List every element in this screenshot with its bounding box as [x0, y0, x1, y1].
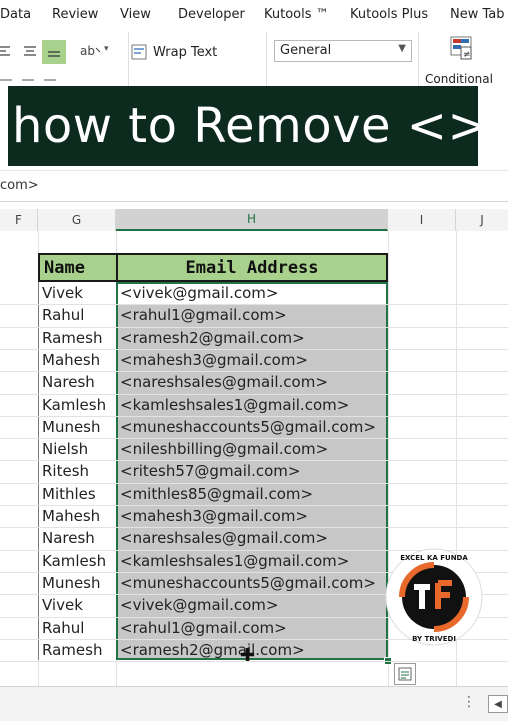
formula-bar[interactable]: com>	[0, 170, 508, 202]
formula-bar-content[interactable]: com>	[0, 178, 39, 193]
name-cell[interactable]: Rahul	[42, 617, 84, 639]
name-cell[interactable]: Vivek	[42, 282, 83, 304]
conditional-formatting-icon[interactable]: ≠	[447, 35, 475, 67]
ribbon-tab-bar: Data Review View Developer Kutools ™ Kutools …	[0, 0, 508, 31]
align-active-button[interactable]	[42, 40, 66, 64]
column-header-f[interactable]: F	[0, 209, 38, 231]
name-header[interactable]: Name	[38, 253, 118, 282]
name-cell[interactable]: Mahesh	[42, 349, 100, 371]
cell-cursor-icon: ✚	[240, 645, 256, 666]
name-cell[interactable]: Mithles	[42, 483, 96, 505]
ribbon-tab-review[interactable]: Review	[52, 7, 98, 22]
wrap-text-button[interactable]: Wrap Text	[131, 41, 217, 63]
align-bottom-icon	[48, 51, 60, 57]
more-options-icon[interactable]: ⋮	[462, 694, 476, 710]
email-cell[interactable]: <mahesh3@gmail.com>	[120, 349, 308, 371]
email-cell[interactable]: <ritesh57@gmail.com>	[120, 460, 300, 482]
sheet-tab-bar: ⋮ ◀	[0, 686, 508, 721]
email-cell[interactable]: <vivek@gmail.com>	[120, 282, 278, 304]
email-cell[interactable]: <mithles85@gmail.com>	[120, 483, 313, 505]
ribbon-tab-kutools-[interactable]: Kutools ™	[264, 7, 329, 22]
column-header-bar: F G H I J	[0, 209, 508, 232]
email-cell[interactable]: <vivek@gmail.com>	[120, 594, 278, 616]
table-header-row: Name Email Address	[38, 253, 388, 282]
ribbon-tab-view[interactable]: View	[120, 7, 151, 22]
quick-analysis-icon[interactable]	[394, 663, 416, 685]
email-cell[interactable]: <ramesh2@gmail.com>	[120, 639, 305, 661]
orientation-icon[interactable]: ab	[80, 42, 102, 58]
email-header[interactable]: Email Address	[116, 253, 388, 282]
email-cell[interactable]: <ramesh2@gmail.com>	[120, 327, 305, 349]
svg-text:EXCEL KA FUNDA: EXCEL KA FUNDA	[400, 554, 468, 562]
email-cell[interactable]: <nareshsales@gmail.com>	[120, 371, 328, 393]
email-cell[interactable]: <rahul1@gmail.com>	[120, 617, 287, 639]
email-cell[interactable]: <muneshaccounts5@gmail.com>	[120, 572, 376, 594]
ribbon-tab-developer[interactable]: Developer	[178, 7, 245, 22]
name-cell[interactable]: Naresh	[42, 371, 95, 393]
name-cell[interactable]: Naresh	[42, 527, 95, 549]
svg-text:ab: ab	[80, 44, 95, 58]
banner-title: how to Remove <>	[12, 98, 489, 154]
email-cell[interactable]: <rahul1@gmail.com>	[120, 304, 287, 326]
scroll-left-button[interactable]: ◀	[488, 695, 508, 713]
align-center-icon[interactable]	[22, 44, 38, 60]
number-format-value: General	[280, 43, 332, 58]
wrap-text-label: Wrap Text	[153, 44, 218, 60]
indent-icons[interactable]	[0, 78, 64, 86]
chevron-down-icon: ▼	[398, 43, 406, 54]
email-cell[interactable]: <nareshsales@gmail.com>	[120, 527, 328, 549]
name-cell[interactable]: Ritesh	[42, 460, 89, 482]
ribbon-tab-data[interactable]: Data	[0, 7, 31, 22]
name-cell[interactable]: Kamlesh	[42, 394, 106, 416]
wrap-text-icon	[131, 44, 147, 60]
orientation-dropdown-icon[interactable]: ▾	[104, 44, 109, 54]
name-cell[interactable]: Ramesh	[42, 639, 102, 661]
align-left-icon[interactable]	[0, 44, 14, 60]
column-header-h[interactable]: H	[116, 209, 388, 231]
email-cell[interactable]: <kamleshsales1@gmail.com>	[120, 550, 349, 572]
ribbon-lower-row	[0, 74, 270, 82]
svg-text:≠: ≠	[463, 50, 471, 60]
ribbon-tab-kutools-plus[interactable]: Kutools Plus	[350, 7, 428, 22]
title-banner: how to Remove <>	[8, 86, 488, 166]
name-cell[interactable]: Nielsh	[42, 438, 88, 460]
excel-ka-funda-logo: EXCEL KA FUNDA BY TRIVEDI	[385, 548, 483, 646]
column-header-i[interactable]: I	[388, 209, 456, 231]
email-cell[interactable]: <kamleshsales1@gmail.com>	[120, 394, 349, 416]
name-cell[interactable]: Ramesh	[42, 327, 102, 349]
column-header-g[interactable]: G	[38, 209, 116, 231]
name-cell[interactable]: Munesh	[42, 416, 101, 438]
name-cell[interactable]: Vivek	[42, 594, 83, 616]
name-cell[interactable]: Rahul	[42, 304, 84, 326]
conditional-formatting-label[interactable]: Conditional	[425, 72, 493, 86]
column-header-j[interactable]: J	[456, 209, 508, 231]
name-cell[interactable]: Kamlesh	[42, 550, 106, 572]
name-cell[interactable]: Munesh	[42, 572, 101, 594]
email-cell[interactable]: <mahesh3@gmail.com>	[120, 505, 308, 527]
email-cell[interactable]: <nileshbilling@gmail.com>	[120, 438, 328, 460]
email-cell[interactable]: <muneshaccounts5@gmail.com>	[120, 416, 376, 438]
ribbon-tab-new-tab[interactable]: New Tab	[450, 7, 505, 22]
name-cell[interactable]: Mahesh	[42, 505, 100, 527]
number-format-select[interactable]: General ▼	[274, 40, 412, 62]
svg-text:BY TRIVEDI: BY TRIVEDI	[412, 635, 456, 643]
